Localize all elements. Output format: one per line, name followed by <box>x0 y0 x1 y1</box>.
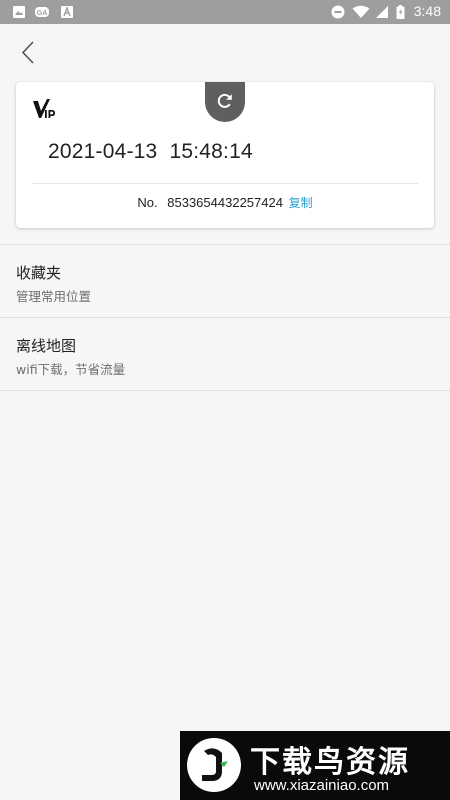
game-controller-icon: GA <box>35 7 49 17</box>
watermark: 下载鸟资源 www.xiazainiao.com <box>180 731 450 800</box>
vip-card: 2021-04-13 15:48:14 No. 8533654432257424… <box>16 82 434 228</box>
watermark-url: www.xiazainiao.com <box>254 777 390 794</box>
refresh-button[interactable] <box>205 82 245 122</box>
do-not-disturb-icon <box>331 5 345 19</box>
svg-text:GA: GA <box>37 10 48 17</box>
number-prefix: No. <box>137 195 158 210</box>
vip-number-row: No. 8533654432257424 复制 <box>16 194 434 211</box>
favorites-title: 收藏夹 <box>16 264 62 282</box>
offline-map-item[interactable]: 离线地图 wifi下载，节省流量 <box>0 317 450 390</box>
offline-map-title: 离线地图 <box>16 337 77 355</box>
refresh-icon <box>217 93 232 108</box>
chevron-left-icon <box>21 41 34 64</box>
vip-number: 8533654432257424 <box>167 195 283 210</box>
vip-logo-icon <box>33 99 55 118</box>
favorites-subtitle: 管理常用位置 <box>16 289 92 304</box>
offline-map-subtitle: wifi下载，节省流量 <box>16 362 126 377</box>
battery-icon <box>396 5 405 19</box>
bird-logo-icon <box>187 738 241 792</box>
wifi-icon <box>352 5 370 18</box>
image-icon <box>13 6 25 18</box>
vip-datetime: 2021-04-13 15:48:14 <box>48 140 253 163</box>
copy-link[interactable]: 复制 <box>289 196 313 210</box>
divider <box>0 390 450 391</box>
favorites-item[interactable]: 收藏夹 管理常用位置 <box>0 244 450 317</box>
signal-icon <box>376 6 388 18</box>
status-time: 3:48 <box>413 3 441 19</box>
card-divider <box>32 183 418 184</box>
watermark-text: 下载鸟资源 <box>250 745 410 780</box>
status-bar: GA 3:48 <box>0 0 450 24</box>
text-icon <box>61 6 73 18</box>
back-button[interactable] <box>14 38 44 68</box>
